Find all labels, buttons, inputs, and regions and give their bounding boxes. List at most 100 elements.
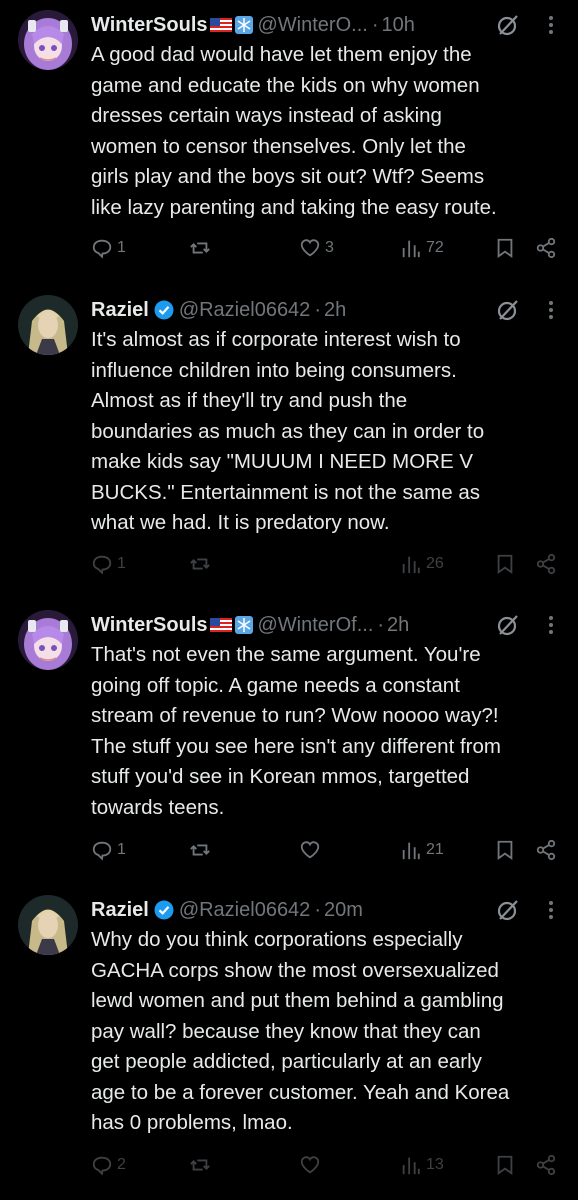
bookmark-button[interactable] xyxy=(494,1150,516,1180)
tweet-text: A good dad would have let them enjoy the… xyxy=(91,43,497,219)
more-options-icon[interactable] xyxy=(546,613,556,637)
reply-button[interactable]: 1 xyxy=(91,835,126,865)
tweet-text: It's almost as if corporate interest wis… xyxy=(91,328,485,534)
us-flag-icon xyxy=(209,618,232,632)
share-button[interactable] xyxy=(535,835,557,865)
views-button[interactable]: 72 xyxy=(400,233,444,263)
heart-icon xyxy=(300,841,320,859)
avatar[interactable] xyxy=(18,610,78,670)
reply-count: 1 xyxy=(117,841,126,858)
share-button[interactable] xyxy=(535,549,557,579)
tweet-header: WinterSouls @WinterOf... · 2h xyxy=(91,610,560,640)
us-flag-icon xyxy=(209,18,232,32)
view-count: 72 xyxy=(426,239,444,256)
tweet-text: That's not even the same argument. You'r… xyxy=(91,643,501,819)
avatar[interactable] xyxy=(18,295,78,355)
tweet[interactable]: WinterSouls @WinterOf... · 2h That's not… xyxy=(0,610,578,870)
action-bar: 1 3 72 xyxy=(91,233,561,263)
share-icon xyxy=(536,1154,556,1176)
bookmark-button[interactable] xyxy=(494,233,516,263)
tweet-text: Why do you think corporations especially… xyxy=(91,928,510,1134)
reply-button[interactable]: 2 xyxy=(91,1150,126,1180)
bookmark-icon xyxy=(497,554,513,575)
like-button[interactable]: 3 xyxy=(299,233,334,263)
tweet-header: Raziel @Raziel06642 · 20m xyxy=(91,895,560,925)
views-button[interactable]: 26 xyxy=(400,549,444,579)
like-count: 3 xyxy=(325,239,334,256)
snowflake-icon xyxy=(234,16,253,34)
repost-icon xyxy=(190,1159,210,1171)
repost-button[interactable] xyxy=(189,233,215,263)
grok-icon[interactable] xyxy=(496,298,520,322)
verified-icon xyxy=(154,300,174,320)
separator-dot: · xyxy=(371,13,379,36)
reply-button[interactable]: 1 xyxy=(91,549,126,579)
action-bar: 2 13 xyxy=(91,1150,561,1180)
reply-button[interactable]: 1 xyxy=(91,233,126,263)
avatar[interactable] xyxy=(18,10,78,70)
tweet-header: Raziel @Raziel06642 · 2h xyxy=(91,295,560,325)
repost-button[interactable] xyxy=(189,549,215,579)
bookmark-button[interactable] xyxy=(494,549,516,579)
reply-icon xyxy=(92,1156,112,1176)
user-handle[interactable]: @Raziel06642 xyxy=(179,899,311,922)
more-options-icon[interactable] xyxy=(546,898,556,922)
grok-icon[interactable] xyxy=(496,613,520,637)
view-count: 21 xyxy=(426,841,444,858)
heart-icon xyxy=(300,1156,320,1174)
tweet[interactable]: WinterSouls @WinterO... · 10h A good dad… xyxy=(0,10,578,275)
share-icon xyxy=(536,839,556,861)
timestamp[interactable]: 20m xyxy=(324,899,363,922)
user-handle[interactable]: @Raziel06642 xyxy=(179,299,311,322)
views-icon xyxy=(402,556,420,574)
separator-dot: · xyxy=(314,298,321,321)
timestamp[interactable]: 2h xyxy=(387,614,409,637)
share-button[interactable] xyxy=(535,1150,557,1180)
bookmark-icon xyxy=(497,840,513,861)
user-handle[interactable]: @WinterO... xyxy=(258,14,368,37)
repost-button[interactable] xyxy=(189,1150,215,1180)
avatar[interactable] xyxy=(18,895,78,955)
repost-icon xyxy=(190,558,210,570)
share-button[interactable] xyxy=(535,233,557,263)
tweet[interactable]: Raziel @Raziel06642 · 20m Why do you thi… xyxy=(0,895,578,1195)
reply-icon xyxy=(92,555,112,575)
repost-button[interactable] xyxy=(189,835,215,865)
heart-icon xyxy=(300,239,320,257)
reply-count: 1 xyxy=(117,239,126,256)
reply-thread: WinterSouls @WinterO... · 10h A good dad… xyxy=(0,0,578,1200)
user-handle[interactable]: @WinterOf... xyxy=(258,614,374,637)
repost-icon xyxy=(190,844,210,856)
separator-dot: · xyxy=(377,613,385,636)
verified-icon xyxy=(154,900,174,920)
views-button[interactable]: 21 xyxy=(400,835,444,865)
reply-icon xyxy=(92,239,112,259)
share-icon xyxy=(536,553,556,575)
action-bar: 1 26 xyxy=(91,549,561,579)
like-button[interactable] xyxy=(299,1150,325,1180)
more-options-icon[interactable] xyxy=(546,13,556,37)
like-button[interactable] xyxy=(299,835,325,865)
display-name[interactable]: WinterSouls xyxy=(91,14,208,37)
action-bar: 1 21 xyxy=(91,835,561,865)
views-icon xyxy=(402,240,420,258)
reply-count: 1 xyxy=(117,555,126,572)
views-icon xyxy=(402,1157,420,1175)
views-button[interactable]: 13 xyxy=(400,1150,444,1180)
separator-dot: · xyxy=(314,898,321,921)
tweet[interactable]: Raziel @Raziel06642 · 2h It's almost as … xyxy=(0,295,578,585)
reply-count: 2 xyxy=(117,1156,126,1173)
bookmark-icon xyxy=(497,1155,513,1176)
more-options-icon[interactable] xyxy=(546,298,556,322)
repost-icon xyxy=(190,242,210,254)
timestamp[interactable]: 2h xyxy=(324,299,346,322)
display-name[interactable]: Raziel xyxy=(91,899,149,922)
bookmark-icon xyxy=(497,238,513,259)
bookmark-button[interactable] xyxy=(494,835,516,865)
display-name[interactable]: Raziel xyxy=(91,299,149,322)
grok-icon[interactable] xyxy=(496,13,520,37)
view-count: 13 xyxy=(426,1156,444,1173)
display-name[interactable]: WinterSouls xyxy=(91,614,208,637)
grok-icon[interactable] xyxy=(496,898,520,922)
timestamp[interactable]: 10h xyxy=(381,14,414,37)
